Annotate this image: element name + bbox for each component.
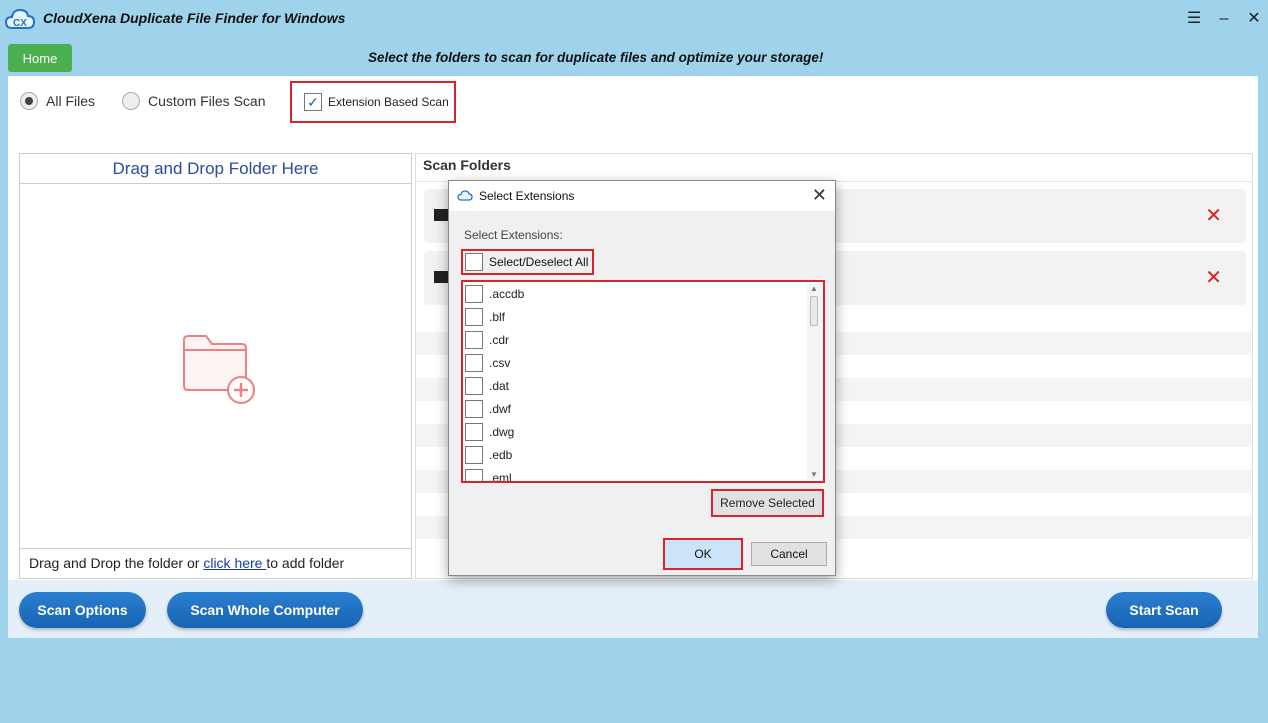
checkbox-icon	[465, 330, 483, 349]
dialog-title: Select Extensions	[479, 189, 575, 203]
checkbox-icon	[465, 445, 483, 464]
cloud-logo-icon: CX	[4, 8, 36, 29]
radio-selected-icon	[20, 92, 38, 110]
select-extensions-label: Select Extensions:	[464, 228, 563, 242]
extension-label: .eml	[489, 470, 512, 483]
radio-custom-files-scan[interactable]: Custom Files Scan	[122, 91, 265, 111]
drag-footer-prefix: Drag and Drop the folder or	[29, 555, 204, 571]
minimize-icon[interactable]: –	[1212, 8, 1236, 30]
checkbox-icon	[465, 376, 483, 395]
remove-folder-icon[interactable]: ✕	[1205, 265, 1222, 290]
scan-whole-computer-button[interactable]: Scan Whole Computer	[167, 592, 363, 628]
checkbox-icon	[465, 422, 483, 441]
select-extensions-dialog: Select Extensions ✕ Select Extensions: S…	[448, 180, 836, 576]
app-title: CloudXena Duplicate File Finder for Wind…	[43, 10, 346, 26]
drag-drop-panel[interactable]: Drag and Drop Folder Here Drag and Drop …	[19, 153, 412, 579]
list-item[interactable]: .dwf	[465, 397, 511, 420]
extension-label: .edb	[489, 447, 513, 462]
radio-all-files-label: All Files	[46, 93, 96, 109]
checkbox-icon	[465, 307, 483, 326]
list-item[interactable]: .dat	[465, 374, 509, 397]
scroll-up-icon[interactable]: ▲	[807, 284, 821, 293]
tagline: Select the folders to scan for duplicate…	[368, 50, 824, 65]
scroll-thumb[interactable]	[810, 296, 818, 326]
menu-icon[interactable]: ☰	[1182, 8, 1206, 30]
svg-text:CX: CX	[13, 18, 27, 29]
folder-add-icon	[183, 335, 255, 404]
select-deselect-all-label: Select/Deselect All	[489, 255, 589, 269]
list-item[interactable]: .blf	[465, 305, 505, 328]
list-item[interactable]: .dwg	[465, 420, 514, 443]
extension-label: .blf	[489, 309, 506, 324]
close-icon[interactable]: ✕	[1242, 8, 1266, 30]
title-bar: CX CloudXena Duplicate File Finder for W…	[0, 0, 1268, 38]
checkmark-icon: ✓	[304, 93, 322, 111]
radio-unselected-icon	[122, 92, 140, 110]
home-button[interactable]: Home	[8, 44, 72, 72]
radio-custom-files-label: Custom Files Scan	[148, 93, 266, 109]
extension-based-scan-checkbox[interactable]: ✓ Extension Based Scan	[290, 81, 456, 123]
extension-label: .dat	[489, 378, 510, 393]
scan-folders-title: Scan Folders	[416, 154, 1252, 182]
list-scrollbar[interactable]: ▲ ▼	[807, 284, 821, 479]
drag-drop-title: Drag and Drop Folder Here	[20, 154, 411, 184]
list-item[interactable]: .cdr	[465, 328, 509, 351]
select-deselect-all-checkbox[interactable]: Select/Deselect All	[461, 249, 594, 275]
list-item[interactable]: .csv	[465, 351, 510, 374]
dialog-close-icon[interactable]: ✕	[812, 185, 827, 206]
scan-options-button[interactable]: Scan Options	[19, 592, 146, 628]
remove-selected-button[interactable]: Remove Selected	[711, 489, 824, 517]
extension-label: .csv	[489, 355, 511, 370]
checkbox-icon	[465, 399, 483, 418]
checkbox-icon	[465, 284, 483, 303]
checkbox-icon	[465, 468, 483, 481]
cloud-logo-icon	[457, 190, 473, 201]
cancel-button[interactable]: Cancel	[751, 542, 827, 566]
extension-list[interactable]: .accdb .blf .cdr .csv .dat .dwf .dwg .ed…	[461, 280, 825, 483]
checkbox-icon	[465, 353, 483, 372]
list-item[interactable]: .edb	[465, 443, 512, 466]
click-here-link[interactable]: click here	[203, 555, 266, 571]
extension-label: .dwf	[489, 401, 512, 416]
extension-label: .accdb	[489, 286, 525, 301]
list-item[interactable]: .eml	[465, 466, 512, 483]
list-item[interactable]: .accdb	[465, 282, 524, 305]
extension-label: .cdr	[489, 332, 510, 347]
extension-based-scan-label: Extension Based Scan	[328, 95, 449, 109]
ok-button[interactable]: OK	[663, 538, 743, 570]
drag-footer-suffix: to add folder	[266, 555, 345, 571]
dialog-title-bar: Select Extensions ✕	[449, 181, 835, 211]
start-scan-button[interactable]: Start Scan	[1106, 592, 1222, 628]
drag-drop-footer: Drag and Drop the folder or click here t…	[20, 548, 411, 578]
extension-label: .dwg	[489, 424, 515, 439]
radio-all-files[interactable]: All Files	[20, 91, 95, 111]
remove-folder-icon[interactable]: ✕	[1205, 203, 1222, 228]
checkbox-icon	[465, 253, 483, 271]
scroll-down-icon[interactable]: ▼	[807, 470, 821, 479]
